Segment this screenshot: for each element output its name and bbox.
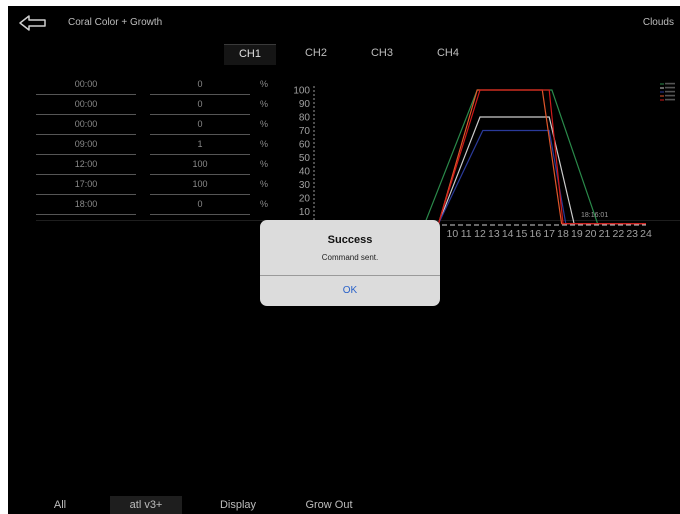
- bottom-tab-atl-v3[interactable]: atl v3+: [110, 496, 182, 514]
- modal-overlay: Success Command sent. OK: [8, 6, 680, 514]
- bottom-tab-all[interactable]: All: [42, 496, 78, 514]
- bottom-tab-grow-out[interactable]: Grow Out: [298, 496, 360, 514]
- ok-button[interactable]: OK: [260, 276, 440, 306]
- dialog-message: Command sent.: [321, 253, 379, 262]
- app-screen: Coral Color + Growth Clouds CH1 CH2 CH3 …: [8, 6, 680, 514]
- dialog-title: Success: [327, 234, 373, 246]
- bottom-tab-display[interactable]: Display: [212, 496, 264, 514]
- success-dialog: Success Command sent. OK: [260, 220, 440, 306]
